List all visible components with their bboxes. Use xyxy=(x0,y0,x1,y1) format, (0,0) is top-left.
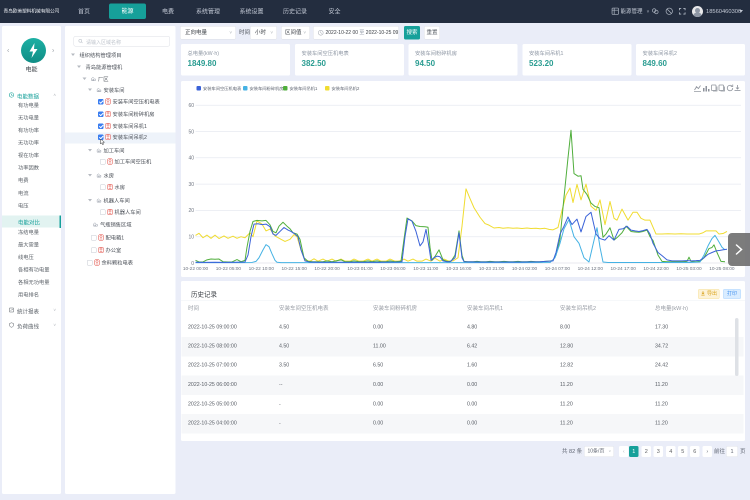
svg-text:10-25 03:00: 10-25 03:00 xyxy=(676,266,702,272)
svg-text:10: 10 xyxy=(188,234,194,240)
svg-text:10-25 08:00: 10-25 08:00 xyxy=(709,266,735,272)
svg-text:10-23 16:00: 10-23 16:00 xyxy=(446,266,472,272)
svg-text:0: 0 xyxy=(191,261,194,267)
svg-text:40: 40 xyxy=(188,156,194,162)
svg-text:10-24 12:00: 10-24 12:00 xyxy=(578,266,604,272)
svg-text:10-22 20:00: 10-22 20:00 xyxy=(314,266,340,272)
svg-text:10-24 22:00: 10-24 22:00 xyxy=(643,266,669,272)
svg-text:10-23 06:00: 10-23 06:00 xyxy=(380,266,406,272)
svg-text:10-22 15:00: 10-22 15:00 xyxy=(282,266,308,272)
svg-text:10-22 10:00: 10-22 10:00 xyxy=(249,266,275,272)
svg-text:50: 50 xyxy=(188,129,194,135)
svg-text:10-24 17:00: 10-24 17:00 xyxy=(611,266,637,272)
svg-text:10-23 01:00: 10-23 01:00 xyxy=(347,266,373,272)
svg-text:20: 20 xyxy=(188,208,194,214)
svg-text:10-23 11:00: 10-23 11:00 xyxy=(413,266,438,272)
svg-text:10-23 21:00: 10-23 21:00 xyxy=(479,266,505,272)
svg-text:10-24 02:00: 10-24 02:00 xyxy=(512,266,538,272)
svg-text:60: 60 xyxy=(188,103,194,109)
svg-text:30: 30 xyxy=(188,182,194,188)
svg-text:10-22 00:00: 10-22 00:00 xyxy=(183,266,209,272)
svg-text:10-24 07:00: 10-24 07:00 xyxy=(545,266,571,272)
svg-text:10-22 05:00: 10-22 05:00 xyxy=(216,266,242,272)
